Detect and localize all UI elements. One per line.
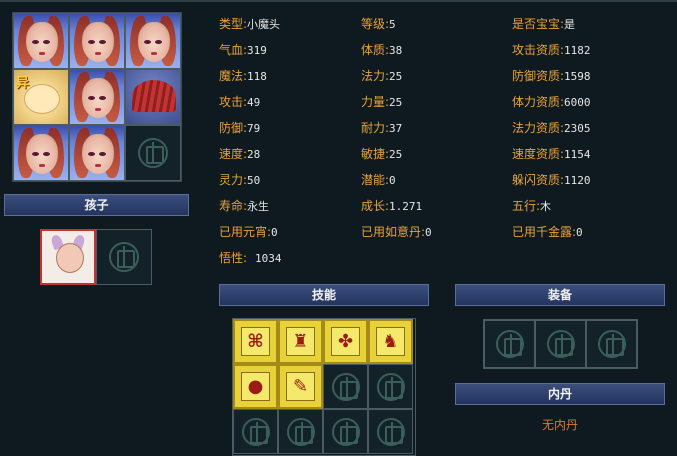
- seal-icon: [376, 417, 405, 446]
- skill-slot[interactable]: ●: [233, 364, 278, 409]
- stat-row: 是否宝宝:是: [512, 17, 576, 31]
- seal-icon: [331, 372, 360, 401]
- equipment-grid: [483, 319, 638, 369]
- stat-row: 悟性: 1034: [219, 251, 282, 265]
- empty-equipment-slot[interactable]: [535, 320, 586, 368]
- skills-header: 技能: [219, 284, 429, 306]
- stat-row: 五行:木: [512, 199, 552, 213]
- empty-slot[interactable]: [125, 125, 181, 181]
- stat-row: 体力资质:6000: [512, 95, 591, 109]
- pet-portrait[interactable]: [69, 13, 125, 69]
- seal-icon: [241, 417, 270, 446]
- stat-row: 魔法:118: [219, 69, 267, 83]
- seal-icon: [597, 330, 626, 358]
- stat-row: 已用元宵:0: [219, 225, 278, 239]
- skill-icon-4: ♞: [376, 327, 405, 356]
- stat-row: 敏捷:25: [361, 147, 403, 161]
- stat-row: 类型:小魔头: [219, 17, 281, 31]
- seal-icon: [546, 330, 575, 358]
- seal-icon: [495, 330, 524, 358]
- stat-row: 躲闪资质:1120: [512, 173, 591, 187]
- stat-row: 寿命:永生: [219, 199, 270, 213]
- stat-row: 潜能:0: [361, 173, 396, 187]
- pet-portrait[interactable]: [69, 69, 125, 125]
- empty-skill-slot[interactable]: [233, 409, 278, 454]
- stat-row: 灵力:50: [219, 173, 261, 187]
- children-header: 孩子: [4, 194, 189, 216]
- stat-row: 速度:28: [219, 147, 261, 161]
- stat-row: 成长:1.271: [361, 199, 423, 213]
- pet-portrait[interactable]: [69, 125, 125, 181]
- skill-slot[interactable]: ✤: [323, 319, 368, 364]
- pet-portrait-grid: 异: [12, 12, 182, 182]
- pet-portrait[interactable]: [13, 125, 69, 181]
- stat-row: 攻击:49: [219, 95, 261, 109]
- stat-row: 体质:38: [361, 43, 403, 57]
- seal-icon: [138, 138, 168, 168]
- stat-row: 法力资质:2305: [512, 121, 591, 135]
- stat-row: 已用千金露:0: [512, 225, 583, 239]
- equipment-header: 装备: [455, 284, 665, 306]
- skill-icon-3: ✤: [331, 327, 360, 356]
- stat-row: 防御:79: [219, 121, 261, 135]
- empty-skill-slot[interactable]: [323, 409, 368, 454]
- skill-slot[interactable]: ⌘: [233, 319, 278, 364]
- skill-slot[interactable]: ✎: [278, 364, 323, 409]
- pet-portrait[interactable]: [13, 13, 69, 69]
- stat-row: 已用如意丹:0: [361, 225, 432, 239]
- skill-icon-2: ♜: [286, 327, 315, 356]
- child-avatar[interactable]: [40, 229, 96, 285]
- seal-icon: [376, 372, 405, 401]
- stat-row: 耐力:37: [361, 121, 403, 135]
- empty-child-slot[interactable]: [96, 229, 152, 285]
- stat-row: 速度资质:1154: [512, 147, 591, 161]
- stat-row: 防御资质:1598: [512, 69, 591, 83]
- empty-skill-slot[interactable]: [368, 409, 413, 454]
- pet-portrait[interactable]: [125, 13, 181, 69]
- mutant-badge: 异: [16, 76, 30, 91]
- skill-icon-1: ⌘: [241, 327, 270, 356]
- empty-equipment-slot[interactable]: [484, 320, 535, 368]
- skill-slot[interactable]: ♞: [368, 319, 413, 364]
- empty-skill-slot[interactable]: [323, 364, 368, 409]
- no-inner-core-text: 无内丹: [541, 418, 578, 432]
- skill-icon-6: ✎: [286, 372, 315, 401]
- stat-row: 法力:25: [361, 69, 403, 83]
- inner-core-header: 内丹: [455, 383, 665, 405]
- seal-icon: [109, 242, 139, 272]
- empty-equipment-slot[interactable]: [586, 320, 637, 368]
- seal-icon: [286, 417, 315, 446]
- empty-skill-slot[interactable]: [368, 364, 413, 409]
- child-slots: [40, 229, 152, 285]
- stat-row: 等级:5: [361, 17, 396, 31]
- fan-item-icon[interactable]: [125, 69, 181, 125]
- pig-pet-icon[interactable]: 异: [13, 69, 69, 125]
- skill-icon-5: ●: [241, 372, 270, 401]
- skill-grid: ⌘ ♜ ✤ ♞ ● ✎: [232, 318, 416, 456]
- stat-row: 攻击资质:1182: [512, 43, 591, 57]
- skill-slot[interactable]: ♜: [278, 319, 323, 364]
- empty-skill-slot[interactable]: [278, 409, 323, 454]
- top-border: [0, 0, 677, 2]
- seal-icon: [331, 417, 360, 446]
- stat-row: 力量:25: [361, 95, 403, 109]
- stat-row: 气血:319: [219, 43, 267, 57]
